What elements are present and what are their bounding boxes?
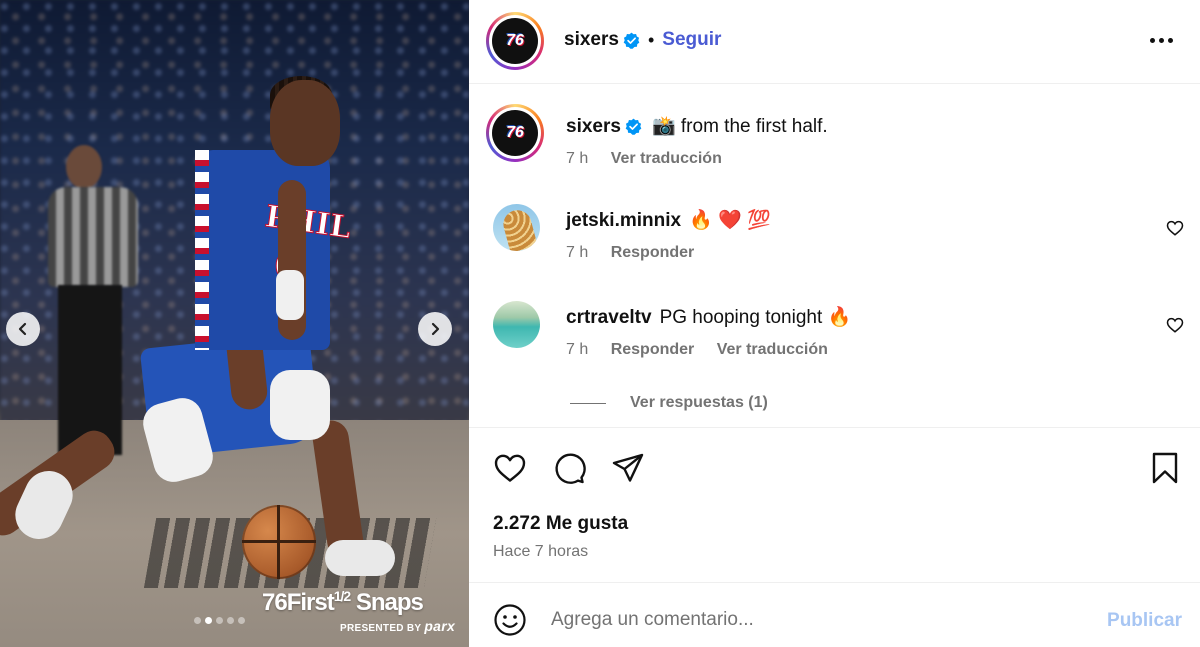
comment-like-heart-icon[interactable] xyxy=(1166,219,1184,237)
caption-time[interactable]: 7 h xyxy=(566,150,588,167)
carousel-indicator xyxy=(194,617,245,624)
verified-icon xyxy=(625,119,642,136)
view-replies-button[interactable]: Ver respuestas (1) xyxy=(570,394,768,412)
author-avatar[interactable]: 76 xyxy=(486,12,544,70)
chevron-right-icon xyxy=(431,322,440,336)
basketball xyxy=(242,505,316,579)
comment-like-heart-icon[interactable] xyxy=(1166,316,1184,334)
comment-composer: Publicar xyxy=(469,582,1200,647)
comment-username[interactable]: jetski.minnix xyxy=(566,210,681,231)
replies-divider xyxy=(570,402,606,404)
caption-emoji: 📸 xyxy=(651,116,676,137)
reply-link[interactable]: Responder xyxy=(611,341,695,358)
comment-time[interactable]: 7 h xyxy=(566,341,588,358)
verified-icon xyxy=(623,32,640,49)
emoji-picker-button[interactable] xyxy=(493,603,527,637)
emoji-icon xyxy=(494,604,526,636)
player-figure: PHIL0 xyxy=(0,70,440,590)
carousel-prev-button[interactable] xyxy=(6,312,40,346)
comment-username[interactable]: crtraveltv xyxy=(566,307,652,328)
carousel-dot xyxy=(216,617,223,624)
comment-item: crtraveltv PG hooping tonight 🔥 7 h Respo… xyxy=(469,301,1200,358)
comment-translate-link[interactable]: Ver traducción xyxy=(717,341,828,358)
post-header: 76 sixers • Seguir xyxy=(469,0,1200,84)
comments-section[interactable]: 76 sixers 📸 from the first half. 7 h Ver… xyxy=(469,86,1200,428)
comment-button[interactable] xyxy=(551,450,587,486)
save-button[interactable] xyxy=(1147,450,1183,486)
share-button[interactable] xyxy=(610,450,646,486)
bookmark-icon xyxy=(1152,452,1178,484)
comment-text: PG hooping tonight 🔥 xyxy=(659,307,852,328)
like-count[interactable]: 2.272 Me gusta xyxy=(493,513,628,535)
header-separator: • xyxy=(647,29,655,50)
carousel-dot-active xyxy=(205,617,212,624)
carousel-dot xyxy=(227,617,234,624)
like-button[interactable] xyxy=(492,450,528,486)
media-brand-title: 76First1/2 Snaps xyxy=(262,588,424,616)
publish-button[interactable]: Publicar xyxy=(1107,610,1182,632)
post-panel: 76 sixers • Seguir 76 sixers 📸 from the … xyxy=(469,0,1200,647)
comment-icon xyxy=(555,453,586,484)
more-icon xyxy=(1149,37,1155,43)
author-username[interactable]: sixers xyxy=(564,29,619,51)
action-bar xyxy=(469,450,1200,490)
reply-link[interactable]: Responder xyxy=(611,244,695,261)
media-sponsor-line: PRESENTED BY parx xyxy=(340,618,456,634)
heart-icon xyxy=(494,454,526,482)
carousel-dot xyxy=(238,617,245,624)
view-replies-label: Ver respuestas (1) xyxy=(630,394,768,411)
caption-avatar[interactable]: 76 xyxy=(486,104,544,162)
follow-button[interactable]: Seguir xyxy=(662,29,721,51)
post-media[interactable]: PHIL0 76First1/2 Snaps PRESENTED BY parx xyxy=(0,0,469,647)
carousel-next-button[interactable] xyxy=(418,312,452,346)
comment-input[interactable] xyxy=(551,603,1071,637)
comment-time[interactable]: 7 h xyxy=(566,244,588,261)
comment-item: jetski.minnix 🔥 ❤️ 💯 7 h Responder xyxy=(469,204,1200,261)
commenter-avatar[interactable] xyxy=(493,301,540,348)
caption-text: from the first half. xyxy=(680,116,828,137)
post-timestamp[interactable]: Hace 7 horas xyxy=(493,543,588,561)
carousel-dot xyxy=(194,617,201,624)
more-options-button[interactable] xyxy=(1148,28,1174,52)
share-icon xyxy=(612,453,644,482)
caption-translate-link[interactable]: Ver traducción xyxy=(611,150,722,167)
chevron-left-icon xyxy=(18,322,27,336)
caption-username[interactable]: sixers xyxy=(566,116,621,137)
comment-text: 🔥 ❤️ 💯 xyxy=(689,210,771,231)
commenter-avatar[interactable] xyxy=(493,204,540,251)
